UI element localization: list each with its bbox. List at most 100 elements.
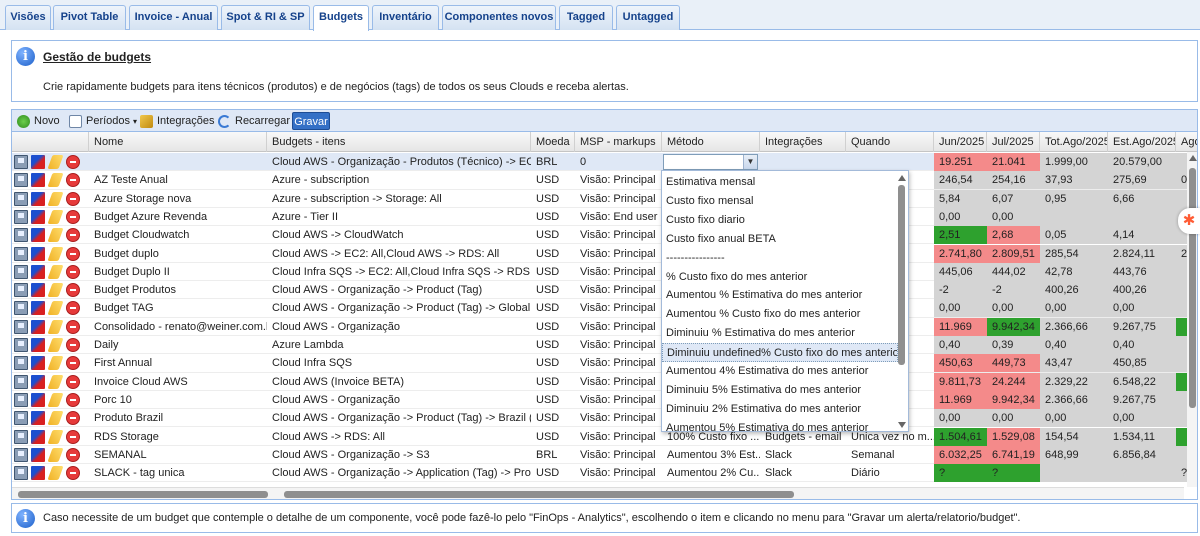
dropdown-option[interactable]: Estimativa mensal xyxy=(662,173,898,192)
cell-nome[interactable]: First Annual xyxy=(89,354,267,372)
dropdown-option[interactable]: Custo fixo diario xyxy=(662,211,898,230)
table-row[interactable]: SEMANAL Cloud AWS - Organização -> S3 BRL V… xyxy=(12,445,1197,465)
dropdown-option[interactable]: ---------------- xyxy=(662,249,898,268)
dropdown-scroll-thumb[interactable] xyxy=(898,185,905,365)
table-row[interactable]: Porc 10 Cloud AWS - Organização USD Visão: … xyxy=(12,390,1197,410)
chart-icon[interactable] xyxy=(31,264,45,279)
edit-pencil-icon[interactable] xyxy=(47,429,64,444)
metodo-combobox[interactable]: ▼ xyxy=(663,154,758,170)
cell-nome[interactable]: Budget TAG xyxy=(89,299,267,317)
column-header-itens[interactable]: Budgets - itens xyxy=(267,132,531,152)
cell-nome[interactable]: Porc 10 xyxy=(89,391,267,409)
cell-nome[interactable]: Azure Storage nova xyxy=(89,190,267,208)
chart-icon[interactable] xyxy=(31,155,45,169)
chart-icon[interactable] xyxy=(31,447,45,462)
chart-icon[interactable] xyxy=(31,191,45,206)
delete-icon[interactable] xyxy=(66,155,80,169)
dropdown-option[interactable]: Diminuiu 2% Estimativa do mes anterior xyxy=(662,400,898,419)
dropdown-scrollbar[interactable] xyxy=(897,173,907,431)
monitor-icon[interactable] xyxy=(14,374,28,389)
chart-icon[interactable] xyxy=(31,411,45,426)
delete-icon[interactable] xyxy=(66,466,80,481)
chart-icon[interactable] xyxy=(31,429,45,444)
table-row[interactable]: RDS Storage Cloud AWS -> RDS: All USD Visão… xyxy=(12,427,1197,446)
delete-icon[interactable] xyxy=(66,411,80,426)
dropdown-option[interactable]: % Custo fixo do mes anterior xyxy=(662,268,898,287)
delete-icon[interactable] xyxy=(66,429,80,444)
cell-nome[interactable]: Budget Cloudwatch xyxy=(89,226,267,244)
cell-nome[interactable]: Budget duplo xyxy=(89,245,267,263)
table-row[interactable]: SLACK - tag unica Cloud AWS - Organização… xyxy=(12,464,1197,483)
cell-nome[interactable]: Consolidado - renato@weiner.com.br xyxy=(89,318,267,336)
column-header-tot[interactable]: Tot.Ago/2025 xyxy=(1040,132,1108,152)
dropdown-option[interactable]: Aumentou 5% Estimativa do mes anterior xyxy=(662,419,898,431)
edit-pencil-icon[interactable] xyxy=(47,319,64,334)
cell-nome[interactable]: Produto Brazil xyxy=(89,409,267,427)
chevron-down-icon[interactable]: ▼ xyxy=(743,155,757,169)
column-header-jun[interactable]: Jun/2025 xyxy=(934,132,987,152)
tab-untagged[interactable]: Untagged xyxy=(616,5,680,30)
vertical-scroll-thumb[interactable] xyxy=(1189,168,1196,408)
dropdown-option[interactable]: Aumentou % Estimativa do mes anterior xyxy=(662,286,898,305)
table-row[interactable]: Budget TAG Cloud AWS - Organização -> Pro… xyxy=(12,299,1197,318)
hubspot-widget-icon[interactable]: ✱ xyxy=(1178,208,1200,234)
dropdown-scroll-down-icon[interactable] xyxy=(898,422,906,428)
monitor-icon[interactable] xyxy=(14,155,28,169)
table-row[interactable]: First Annual Cloud Infra SQS USD Visão: Pri… xyxy=(12,354,1197,373)
chart-icon[interactable] xyxy=(31,228,45,243)
cell-metodo[interactable]: Aumentou 3% Est... xyxy=(662,446,760,464)
dropdown-option[interactable]: Aumentou 4% Estimativa do mes anterior xyxy=(662,362,898,381)
cell-nome[interactable]: RDS Storage xyxy=(89,428,267,446)
table-row[interactable]: AZ Teste Anual Azure - subscription USD Vis… xyxy=(12,171,1197,190)
monitor-icon[interactable] xyxy=(14,466,28,481)
monitor-icon[interactable] xyxy=(14,356,28,371)
delete-icon[interactable] xyxy=(66,228,80,243)
table-row[interactable]: Budget Azure Revenda Azure - Tier II USD Vi… xyxy=(12,207,1197,227)
tab-vis-es[interactable]: Visões xyxy=(5,5,51,30)
edit-pencil-icon[interactable] xyxy=(47,392,64,407)
delete-icon[interactable] xyxy=(66,374,80,389)
chart-icon[interactable] xyxy=(31,319,45,334)
chart-icon[interactable] xyxy=(31,356,45,371)
chart-icon[interactable] xyxy=(31,246,45,261)
dropdown-option[interactable]: Diminuiu 5% Estimativa do mes anterior xyxy=(662,381,898,400)
cell-nome[interactable]: Budget Azure Revenda xyxy=(89,208,267,226)
edit-pencil-icon[interactable] xyxy=(47,209,64,224)
monitor-icon[interactable] xyxy=(14,411,28,426)
table-row[interactable]: Invoice Cloud AWS Cloud AWS (Invoice BETA… xyxy=(12,372,1197,391)
chart-icon[interactable] xyxy=(31,283,45,298)
edit-pencil-icon[interactable] xyxy=(47,246,64,261)
cell-nome[interactable]: Daily xyxy=(89,336,267,354)
delete-icon[interactable] xyxy=(66,209,80,224)
cell-nome[interactable]: Budget Duplo II xyxy=(89,263,267,281)
column-header-msp[interactable]: MSP - markups xyxy=(575,132,662,152)
monitor-icon[interactable] xyxy=(14,228,28,243)
column-header-jul[interactable]: Jul/2025 xyxy=(987,132,1040,152)
periodos-button[interactable]: Períodos ▾ xyxy=(69,112,137,130)
monitor-icon[interactable] xyxy=(14,429,28,444)
cell-nome[interactable]: SEMANAL xyxy=(89,446,267,464)
edit-pencil-icon[interactable] xyxy=(47,411,64,426)
delete-icon[interactable] xyxy=(66,283,80,298)
cell-nome[interactable] xyxy=(89,153,267,171)
chart-icon[interactable] xyxy=(31,301,45,316)
chart-icon[interactable] xyxy=(31,173,45,188)
chart-icon[interactable] xyxy=(31,209,45,224)
chart-icon[interactable] xyxy=(31,466,45,481)
delete-icon[interactable] xyxy=(66,392,80,407)
edit-pencil-icon[interactable] xyxy=(47,466,64,481)
edit-pencil-icon[interactable] xyxy=(47,228,64,243)
right-scroll-thumb[interactable] xyxy=(284,491,794,498)
edit-pencil-icon[interactable] xyxy=(47,338,64,352)
tab-invoice-anual[interactable]: Invoice - Anual xyxy=(129,5,218,30)
delete-icon[interactable] xyxy=(66,246,80,261)
table-row[interactable]: Budget Produtos Cloud AWS - Organização -… xyxy=(12,281,1197,300)
column-header-moeda[interactable]: Moeda xyxy=(531,132,575,152)
delete-icon[interactable] xyxy=(66,356,80,371)
edit-pencil-icon[interactable] xyxy=(47,191,64,206)
monitor-icon[interactable] xyxy=(14,173,28,188)
monitor-icon[interactable] xyxy=(14,338,28,352)
edit-pencil-icon[interactable] xyxy=(47,374,64,389)
delete-icon[interactable] xyxy=(66,264,80,279)
horizontal-scrollbar[interactable] xyxy=(12,487,1184,499)
